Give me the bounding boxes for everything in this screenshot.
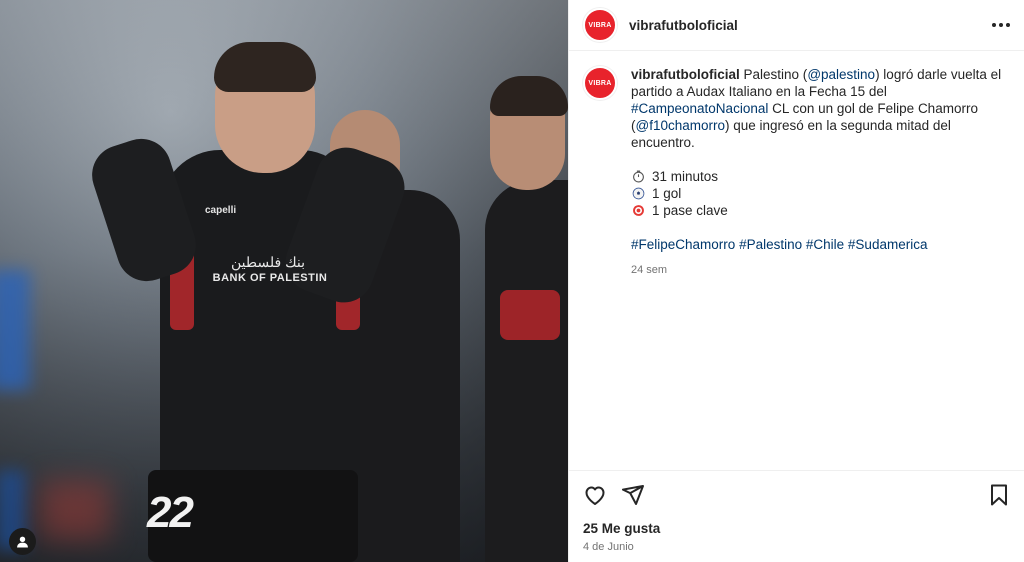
stat-key-pass: 1 pase clave	[631, 202, 1010, 219]
share-icon[interactable]	[621, 483, 645, 507]
post-photo[interactable]: capelli بنك فلسطين BANK OF PALESTIN 22	[0, 0, 568, 562]
post-side-panel: VIBRA vibrafutboloficial VIBRA vibrafutb…	[568, 0, 1024, 562]
hashtag-link[interactable]: #Palestino	[739, 237, 802, 252]
header-username[interactable]: vibrafutboloficial	[629, 18, 738, 33]
stat-minutes: 31 minutos	[631, 168, 1010, 185]
hashtag-link[interactable]: #Chile	[806, 237, 844, 252]
post-header: VIBRA vibrafutboloficial	[569, 0, 1024, 51]
caption-username[interactable]: vibrafutboloficial	[631, 67, 740, 82]
stopwatch-icon	[631, 170, 645, 184]
jersey-brand: capelli	[205, 205, 237, 216]
mention-link[interactable]: @f10chamorro	[636, 118, 726, 133]
jersey-sponsor: BANK OF PALESTIN	[212, 272, 328, 284]
post-age[interactable]: 24 sem	[631, 262, 1010, 279]
more-dot-icon	[1006, 23, 1010, 27]
hashtag-link[interactable]: #Sudamerica	[848, 237, 928, 252]
post-dialog: capelli بنك فلسطين BANK OF PALESTIN 22 V…	[0, 0, 1024, 562]
soccer-ball-icon	[631, 187, 645, 201]
jersey-number: 22	[147, 488, 194, 537]
action-bar: 25 Me gusta 4 de Junio	[569, 470, 1024, 553]
jersey-sponsor-arabic: بنك فلسطين	[231, 254, 305, 270]
more-dot-icon	[999, 23, 1003, 27]
user-icon	[17, 536, 28, 548]
caption-body: vibrafutboloficial Palestino (@palestino…	[631, 66, 1010, 279]
caption-text: vibrafutboloficial Palestino (@palestino…	[631, 67, 1002, 150]
post-date: 4 de Junio	[583, 541, 634, 553]
stat-goals: 1 gol	[631, 185, 1010, 202]
player-background-2	[485, 180, 568, 562]
target-icon	[631, 204, 645, 218]
avatar[interactable]: VIBRA	[583, 8, 617, 42]
mention-link[interactable]: @palestino	[807, 67, 875, 82]
heart-icon[interactable]	[583, 483, 607, 507]
more-dot-icon	[992, 23, 996, 27]
caption: VIBRA vibrafutboloficial Palestino (@pal…	[569, 51, 1024, 279]
hashtag-list: #FelipeChamorro #Palestino #Chile #Sudam…	[631, 236, 1010, 253]
tagged-users-button[interactable]	[9, 528, 36, 555]
likes-count[interactable]: 25 Me gusta	[569, 507, 1024, 536]
hashtag-link[interactable]: #FelipeChamorro	[631, 237, 735, 252]
more-options-button[interactable]	[992, 23, 1010, 27]
caption-avatar[interactable]: VIBRA	[583, 66, 617, 100]
bookmark-icon[interactable]	[987, 483, 1011, 507]
hashtag-link[interactable]: #CampeonatoNacional	[631, 101, 768, 116]
